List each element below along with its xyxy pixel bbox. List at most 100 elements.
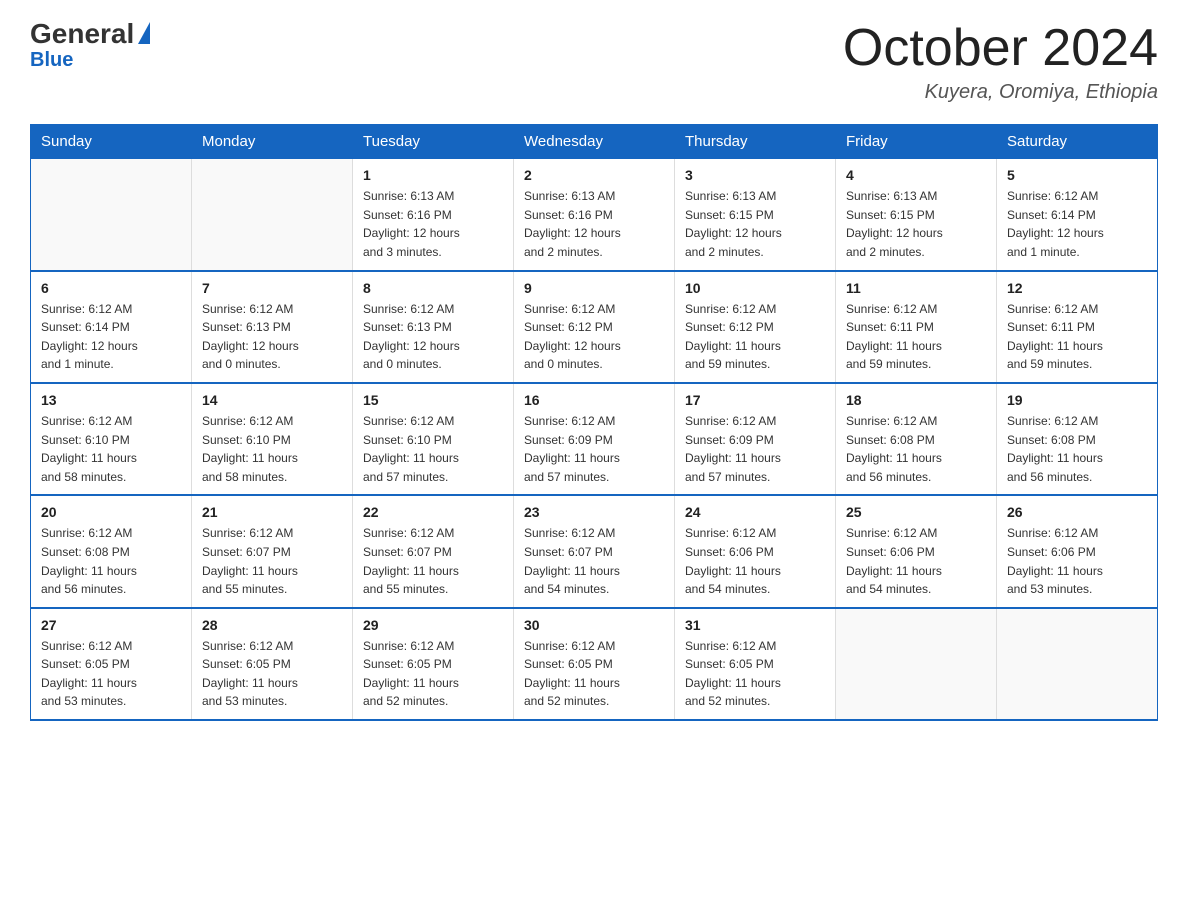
day-info: Sunrise: 6:12 AM Sunset: 6:12 PM Dayligh… xyxy=(685,300,825,374)
day-info: Sunrise: 6:13 AM Sunset: 6:16 PM Dayligh… xyxy=(363,187,503,261)
day-cell: 31Sunrise: 6:12 AM Sunset: 6:05 PM Dayli… xyxy=(675,608,836,720)
day-number: 10 xyxy=(685,280,825,296)
day-info: Sunrise: 6:12 AM Sunset: 6:05 PM Dayligh… xyxy=(524,637,664,711)
day-number: 28 xyxy=(202,617,342,633)
day-cell: 7 Sunrise: 6:12 AM Sunset: 6:13 PM Daylig… xyxy=(192,271,353,383)
day-cell: 21 Sunrise: 6:12 AM Sunset: 6:07 PM Dayli… xyxy=(192,495,353,607)
day-cell: 5Sunrise: 6:12 AM Sunset: 6:14 PM Daylig… xyxy=(997,159,1158,271)
day-info: Sunrise: 6:12 AM Sunset: 6:11 PM Dayligh… xyxy=(846,300,986,374)
day-cell: 25 Sunrise: 6:12 AM Sunset: 6:06 PM Dayli… xyxy=(836,495,997,607)
header: General Blue October 2024 Kuyera, Oromiy… xyxy=(30,20,1158,104)
day-info: Sunrise: 6:12 AM Sunset: 6:07 PM Dayligh… xyxy=(524,524,664,598)
week-row-1: 1 Sunrise: 6:13 AM Sunset: 6:16 PM Daylig… xyxy=(31,159,1158,271)
day-info: Sunrise: 6:12 AM Sunset: 6:09 PM Dayligh… xyxy=(685,412,825,486)
day-info: Sunrise: 6:13 AM Sunset: 6:15 PM Dayligh… xyxy=(685,187,825,261)
header-row: SundayMondayTuesdayWednesdayThursdayFrid… xyxy=(31,125,1158,159)
day-number: 27 xyxy=(41,617,181,633)
day-cell: 24 Sunrise: 6:12 AM Sunset: 6:06 PM Dayli… xyxy=(675,495,836,607)
col-header-sunday: Sunday xyxy=(31,125,192,159)
day-cell: 2Sunrise: 6:13 AM Sunset: 6:16 PM Daylig… xyxy=(514,159,675,271)
day-number: 24 xyxy=(685,504,825,520)
day-cell: 14Sunrise: 6:12 AM Sunset: 6:10 PM Dayli… xyxy=(192,383,353,495)
day-cell: 6 Sunrise: 6:12 AM Sunset: 6:14 PM Daylig… xyxy=(31,271,192,383)
day-number: 23 xyxy=(524,504,664,520)
logo: General Blue xyxy=(30,20,150,70)
day-info: Sunrise: 6:12 AM Sunset: 6:07 PM Dayligh… xyxy=(363,524,503,598)
day-cell: 29Sunrise: 6:12 AM Sunset: 6:05 PM Dayli… xyxy=(353,608,514,720)
day-info: Sunrise: 6:12 AM Sunset: 6:08 PM Dayligh… xyxy=(41,524,181,598)
day-info: Sunrise: 6:12 AM Sunset: 6:12 PM Dayligh… xyxy=(524,300,664,374)
day-number: 14 xyxy=(202,392,342,408)
day-info: Sunrise: 6:12 AM Sunset: 6:07 PM Dayligh… xyxy=(202,524,342,598)
title-area: October 2024 Kuyera, Oromiya, Ethiopia xyxy=(843,20,1158,104)
day-number: 21 xyxy=(202,504,342,520)
day-cell: 22 Sunrise: 6:12 AM Sunset: 6:07 PM Dayli… xyxy=(353,495,514,607)
col-header-thursday: Thursday xyxy=(675,125,836,159)
day-cell: 28 Sunrise: 6:12 AM Sunset: 6:05 PM Dayli… xyxy=(192,608,353,720)
logo-blue-text: Blue xyxy=(30,50,73,70)
week-row-4: 20 Sunrise: 6:12 AM Sunset: 6:08 PM Dayli… xyxy=(31,495,1158,607)
day-number: 6 xyxy=(41,280,181,296)
month-title: October 2024 xyxy=(843,20,1158,77)
day-number: 1 xyxy=(363,167,503,183)
day-number: 11 xyxy=(846,280,986,296)
day-info: Sunrise: 6:13 AM Sunset: 6:16 PM Dayligh… xyxy=(524,187,664,261)
day-info: Sunrise: 6:12 AM Sunset: 6:05 PM Dayligh… xyxy=(363,637,503,711)
day-info: Sunrise: 6:12 AM Sunset: 6:06 PM Dayligh… xyxy=(685,524,825,598)
day-cell: 15Sunrise: 6:12 AM Sunset: 6:10 PM Dayli… xyxy=(353,383,514,495)
day-cell: 11 Sunrise: 6:12 AM Sunset: 6:11 PM Dayli… xyxy=(836,271,997,383)
day-cell: 13Sunrise: 6:12 AM Sunset: 6:10 PM Dayli… xyxy=(31,383,192,495)
day-info: Sunrise: 6:13 AM Sunset: 6:15 PM Dayligh… xyxy=(846,187,986,261)
col-header-wednesday: Wednesday xyxy=(514,125,675,159)
day-number: 12 xyxy=(1007,280,1147,296)
day-number: 25 xyxy=(846,504,986,520)
day-cell: 4 Sunrise: 6:13 AM Sunset: 6:15 PM Daylig… xyxy=(836,159,997,271)
day-number: 13 xyxy=(41,392,181,408)
day-info: Sunrise: 6:12 AM Sunset: 6:13 PM Dayligh… xyxy=(363,300,503,374)
day-cell: 10 Sunrise: 6:12 AM Sunset: 6:12 PM Dayli… xyxy=(675,271,836,383)
day-info: Sunrise: 6:12 AM Sunset: 6:05 PM Dayligh… xyxy=(41,637,181,711)
day-info: Sunrise: 6:12 AM Sunset: 6:10 PM Dayligh… xyxy=(363,412,503,486)
day-cell xyxy=(31,159,192,271)
day-cell xyxy=(997,608,1158,720)
day-cell: 30 Sunrise: 6:12 AM Sunset: 6:05 PM Dayli… xyxy=(514,608,675,720)
day-cell: 23 Sunrise: 6:12 AM Sunset: 6:07 PM Dayli… xyxy=(514,495,675,607)
day-number: 8 xyxy=(363,280,503,296)
calendar-table: SundayMondayTuesdayWednesdayThursdayFrid… xyxy=(30,124,1158,721)
day-number: 20 xyxy=(41,504,181,520)
col-header-friday: Friday xyxy=(836,125,997,159)
day-number: 18 xyxy=(846,392,986,408)
location-title: Kuyera, Oromiya, Ethiopia xyxy=(843,81,1158,104)
day-cell: 17Sunrise: 6:12 AM Sunset: 6:09 PM Dayli… xyxy=(675,383,836,495)
day-number: 19 xyxy=(1007,392,1147,408)
day-cell: 1 Sunrise: 6:13 AM Sunset: 6:16 PM Daylig… xyxy=(353,159,514,271)
day-info: Sunrise: 6:12 AM Sunset: 6:06 PM Dayligh… xyxy=(846,524,986,598)
day-cell: 9Sunrise: 6:12 AM Sunset: 6:12 PM Daylig… xyxy=(514,271,675,383)
logo-general-text: General xyxy=(30,20,134,48)
day-number: 30 xyxy=(524,617,664,633)
day-info: Sunrise: 6:12 AM Sunset: 6:09 PM Dayligh… xyxy=(524,412,664,486)
day-cell: 26Sunrise: 6:12 AM Sunset: 6:06 PM Dayli… xyxy=(997,495,1158,607)
day-cell: 16Sunrise: 6:12 AM Sunset: 6:09 PM Dayli… xyxy=(514,383,675,495)
day-info: Sunrise: 6:12 AM Sunset: 6:13 PM Dayligh… xyxy=(202,300,342,374)
day-number: 4 xyxy=(846,167,986,183)
day-info: Sunrise: 6:12 AM Sunset: 6:11 PM Dayligh… xyxy=(1007,300,1147,374)
day-number: 7 xyxy=(202,280,342,296)
day-cell: 27 Sunrise: 6:12 AM Sunset: 6:05 PM Dayli… xyxy=(31,608,192,720)
col-header-monday: Monday xyxy=(192,125,353,159)
week-row-5: 27 Sunrise: 6:12 AM Sunset: 6:05 PM Dayli… xyxy=(31,608,1158,720)
day-cell: 19Sunrise: 6:12 AM Sunset: 6:08 PM Dayli… xyxy=(997,383,1158,495)
day-info: Sunrise: 6:12 AM Sunset: 6:08 PM Dayligh… xyxy=(846,412,986,486)
day-cell: 12 Sunrise: 6:12 AM Sunset: 6:11 PM Dayli… xyxy=(997,271,1158,383)
day-number: 5 xyxy=(1007,167,1147,183)
week-row-2: 6 Sunrise: 6:12 AM Sunset: 6:14 PM Daylig… xyxy=(31,271,1158,383)
week-row-3: 13 Sunrise: 6:12 AM Sunset: 6:10 PM Dayli… xyxy=(31,383,1158,495)
day-number: 31 xyxy=(685,617,825,633)
day-info: Sunrise: 6:12 AM Sunset: 6:14 PM Dayligh… xyxy=(41,300,181,374)
day-info: Sunrise: 6:12 AM Sunset: 6:06 PM Dayligh… xyxy=(1007,524,1147,598)
day-cell: 20 Sunrise: 6:12 AM Sunset: 6:08 PM Dayli… xyxy=(31,495,192,607)
day-info: Sunrise: 6:12 AM Sunset: 6:05 PM Dayligh… xyxy=(202,637,342,711)
day-cell: 18 Sunrise: 6:12 AM Sunset: 6:08 PM Dayli… xyxy=(836,383,997,495)
day-cell xyxy=(192,159,353,271)
day-number: 22 xyxy=(363,504,503,520)
